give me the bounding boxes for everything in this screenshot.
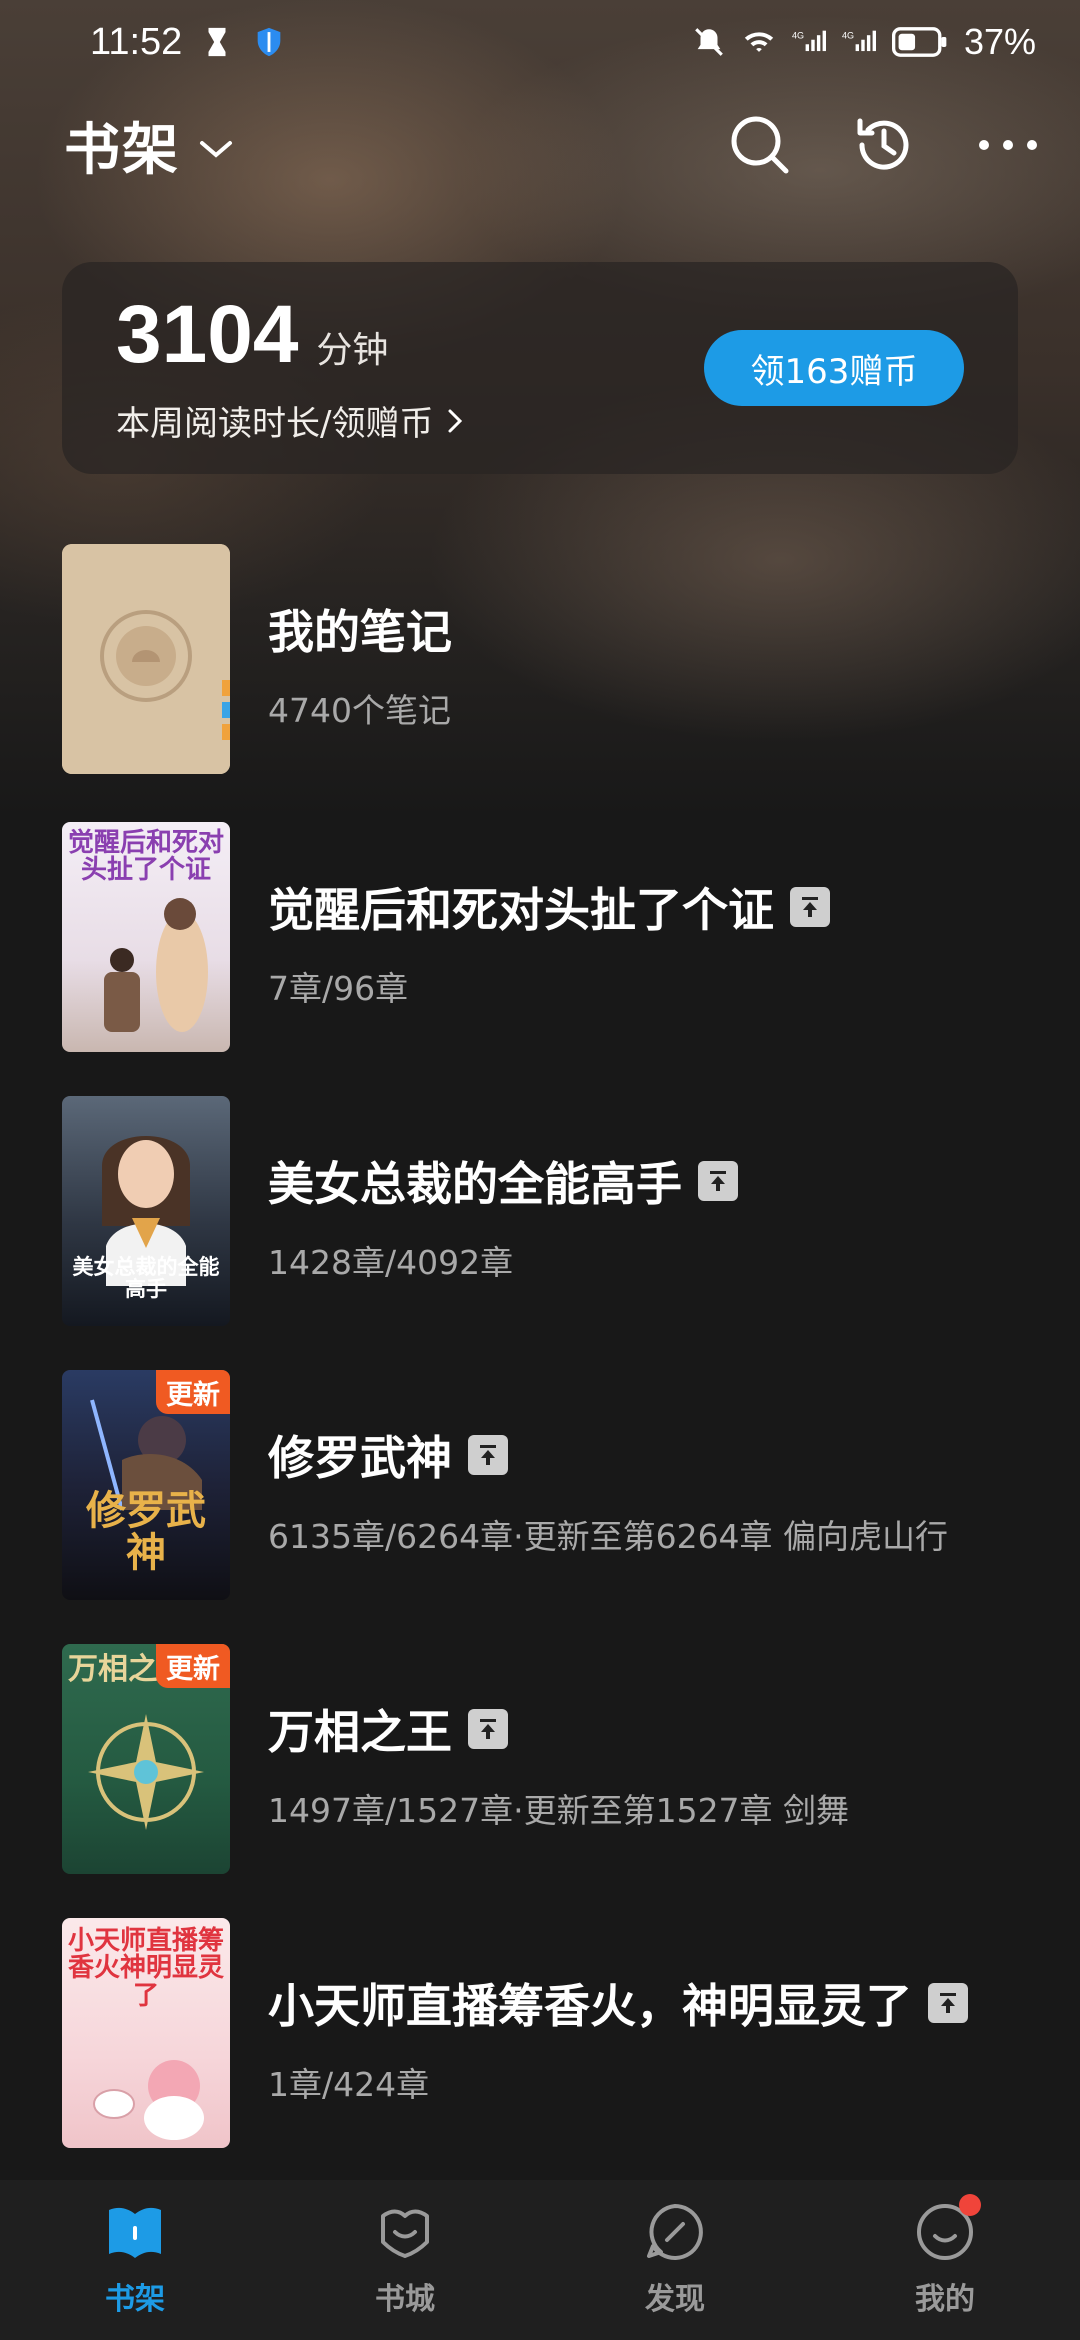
- tab-label: 我的: [915, 2282, 975, 2317]
- book-cover: 修罗武神 更新: [62, 1370, 230, 1600]
- hourglass-icon: [208, 27, 226, 57]
- history-button[interactable]: [852, 113, 916, 177]
- more-button[interactable]: [976, 113, 1040, 177]
- battery-percent: 37%: [963, 21, 1036, 62]
- notes-cover: [62, 544, 230, 774]
- compass-icon: [647, 2204, 703, 2260]
- list-item[interactable]: 修罗武神 更新 修罗武神 6135章/6264章·更新至第6264章 偏向虎山行: [0, 1370, 1080, 1600]
- pin-top-icon[interactable]: [928, 1983, 968, 2023]
- cover-art: [93, 2060, 204, 2140]
- mute-bell-icon: [695, 28, 723, 56]
- book-title: 修罗武神: [268, 1431, 452, 1485]
- book-meta: 1497章/1527章·更新至第1527章 剑舞: [268, 1791, 850, 1830]
- shield-icon: [257, 27, 281, 57]
- tab-label: 发现: [645, 2282, 705, 2317]
- pin-top-icon[interactable]: [790, 887, 830, 927]
- book-meta: 4740个笔记: [268, 691, 451, 730]
- more-dots-icon: [979, 140, 1037, 150]
- page-title[interactable]: 书架: [64, 105, 180, 186]
- notebook-icon: [62, 544, 230, 774]
- list-item[interactable]: 万相之王 更新 万相之王 1497章/1527章·更新至第1527章 剑舞: [0, 1644, 1080, 1874]
- tab-profile[interactable]: 我的: [810, 2180, 1080, 2340]
- reading-minutes-unit: 分钟: [316, 330, 389, 371]
- tab-bookshelf[interactable]: 书架: [0, 2180, 270, 2340]
- claim-coins-button[interactable]: 领163赠币: [704, 330, 964, 406]
- tab-label: 书架: [105, 2282, 165, 2317]
- wifi-icon: [744, 32, 774, 52]
- cover-art: [104, 898, 208, 1032]
- list-item[interactable]: 小天师直播筹香火神明显灵了 小天师直播筹香火，神明显灵了 1章/424章: [0, 1918, 1080, 2148]
- pin-top-icon[interactable]: [468, 1435, 508, 1475]
- svg-text:4G: 4G: [792, 31, 804, 41]
- search-button[interactable]: [728, 113, 792, 177]
- book-title: 觉醒后和死对头扯了个证: [268, 883, 774, 937]
- book-meta: 6135章/6264章·更新至第6264章 偏向虎山行: [268, 1517, 949, 1556]
- signal-4g-icon: 4G: [792, 31, 826, 52]
- profile-icon-wrap: [913, 2194, 981, 2264]
- book-title: 万相之王: [268, 1705, 452, 1759]
- pin-top-icon[interactable]: [698, 1161, 738, 1201]
- bookstore-icon: [381, 2209, 429, 2258]
- chevron-right-icon: [448, 409, 463, 432]
- book-meta: 1章/424章: [268, 2065, 430, 2104]
- list-item[interactable]: 觉醒后和死对头扯了个证 觉醒后和死对头扯了个证 7章/96章: [0, 822, 1080, 1052]
- bookshelf-icon: [109, 2207, 161, 2258]
- signal-4g-icon-2: 4G: [842, 31, 876, 52]
- update-badge: 更新: [156, 1370, 230, 1414]
- book-cover: 小天师直播筹香火神明显灵了: [62, 1918, 230, 2148]
- book-meta: 7章/96章: [268, 969, 409, 1008]
- reading-time-card[interactable]: 3104 分钟 本周阅读时长/领赠币 领163赠币: [62, 262, 1018, 474]
- status-time: 11:52: [90, 20, 183, 63]
- cover-title: 美女总裁的全能高手: [72, 1255, 220, 1302]
- status-bar: 11:52 4G 4G 37%: [0, 0, 1080, 84]
- book-meta: 1428章/4092章: [268, 1243, 514, 1282]
- cover-title: 修罗武神: [86, 1488, 206, 1576]
- top-bar: 书架: [0, 100, 1080, 190]
- chevron-down-icon[interactable]: [198, 137, 234, 161]
- list-item[interactable]: 我的笔记 4740个笔记: [0, 544, 1080, 774]
- pin-top-icon[interactable]: [468, 1709, 508, 1749]
- book-cover: 美女总裁的全能高手: [62, 1096, 230, 1326]
- history-icon: [857, 118, 909, 170]
- search-icon: [731, 116, 789, 174]
- svg-text:4G: 4G: [842, 31, 854, 41]
- notification-dot: [959, 2194, 981, 2216]
- book-title: 小天师直播筹香火，神明显灵了: [268, 1979, 912, 2033]
- tab-label: 书城: [375, 2282, 435, 2317]
- book-title: 我的笔记: [268, 605, 452, 659]
- battery-icon: [891, 27, 947, 57]
- reading-subtitle: 本周阅读时长/领赠币: [116, 404, 434, 444]
- book-cover: 万相之王 更新: [62, 1644, 230, 1874]
- update-badge: 更新: [156, 1644, 230, 1688]
- book-cover: 觉醒后和死对头扯了个证: [62, 822, 230, 1052]
- bottom-tab-bar: 书架 书城 发现 我的: [0, 2180, 1080, 2340]
- reading-minutes-value: 3104: [116, 289, 299, 380]
- tab-bookstore[interactable]: 书城: [270, 2180, 540, 2340]
- tab-discover[interactable]: 发现: [540, 2180, 810, 2340]
- book-title: 美女总裁的全能高手: [268, 1157, 682, 1211]
- list-item[interactable]: 美女总裁的全能高手 美女总裁的全能高手 1428章/4092章: [0, 1096, 1080, 1326]
